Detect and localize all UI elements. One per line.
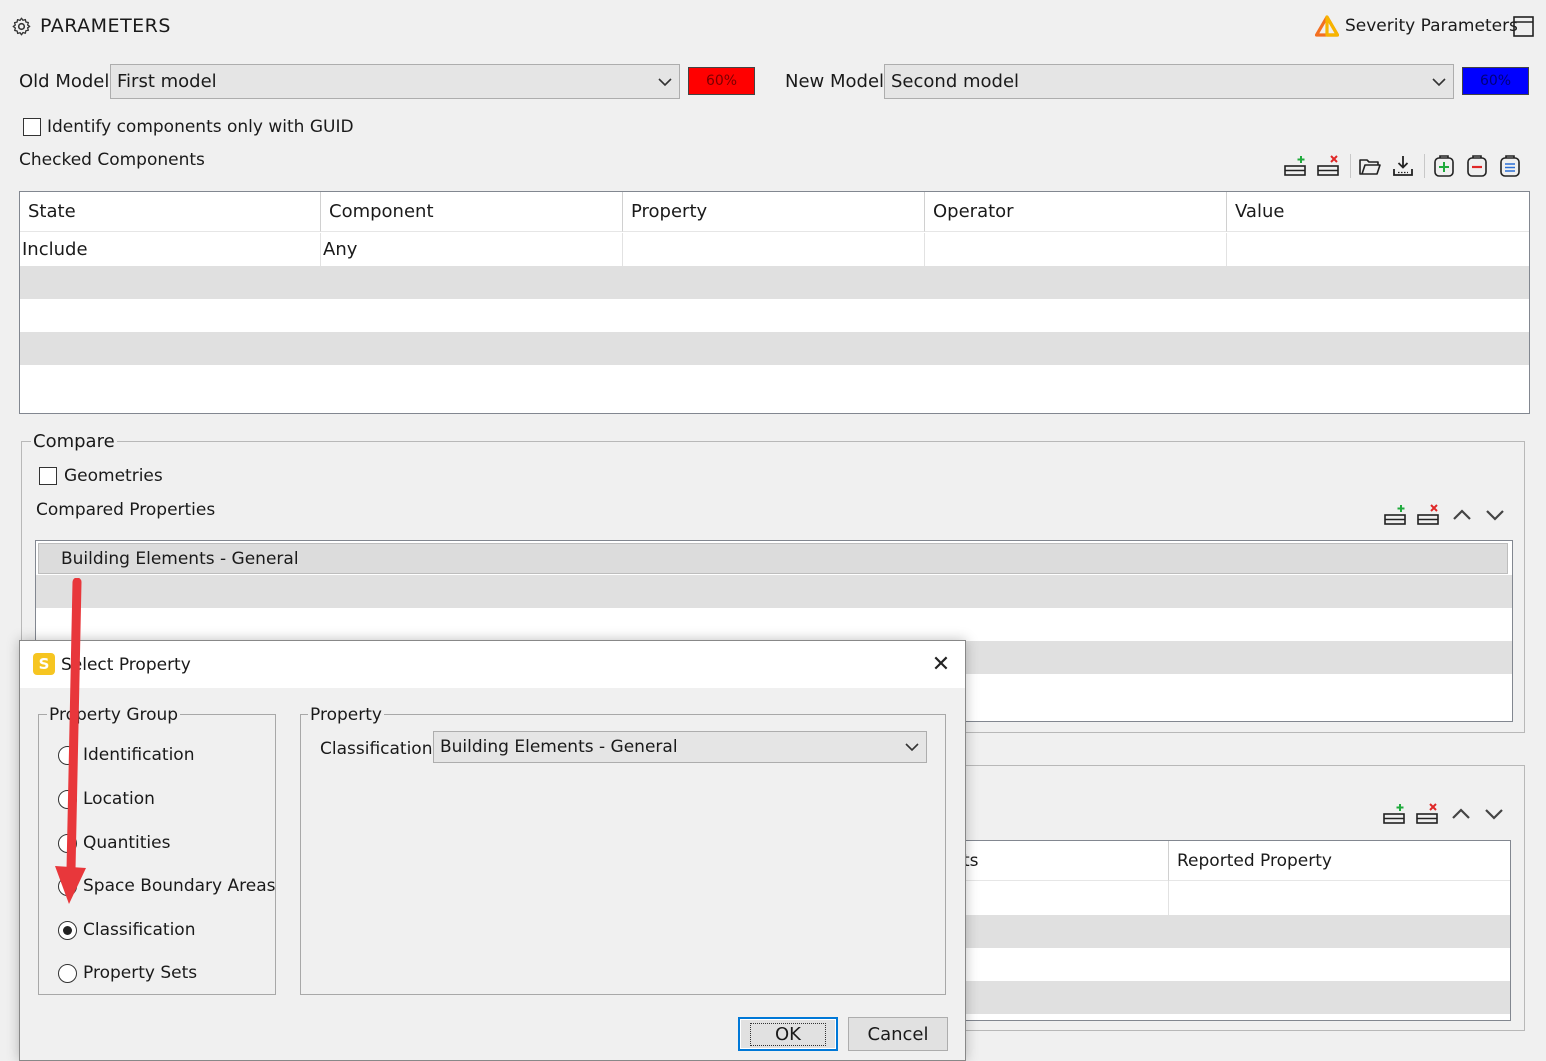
toolbar-separator	[1424, 154, 1425, 178]
compare-legend: Compare	[31, 431, 117, 452]
radio-space-boundary-areas-label[interactable]: Space Boundary Areas	[83, 878, 275, 895]
window-restore-icon[interactable]	[1513, 16, 1534, 37]
download-icon[interactable]	[1391, 154, 1415, 178]
chevron-down-icon	[1432, 77, 1446, 86]
old-model-color-swatch[interactable]: 60%	[688, 67, 755, 95]
add-item-icon[interactable]	[1432, 154, 1456, 178]
radio-location-label[interactable]: Location	[83, 791, 155, 808]
radio-property-sets-label[interactable]: Property Sets	[83, 965, 197, 982]
old-model-percent: 60%	[705, 73, 738, 89]
classification-label: Classification	[320, 739, 433, 759]
toolbar-separator	[1350, 154, 1351, 178]
add-row-icon[interactable]	[1283, 154, 1307, 178]
list-item[interactable]: Building Elements - General	[38, 543, 1508, 574]
geometries-checkbox[interactable]	[39, 467, 57, 485]
radio-classification-label[interactable]: Classification	[83, 922, 195, 939]
dialog-title-bar[interactable]: S Select Property ✕	[20, 641, 965, 688]
old-model-dropdown[interactable]: First model	[110, 64, 680, 99]
close-glyph: ✕	[931, 652, 951, 677]
column-header-state[interactable]: State	[20, 192, 321, 232]
page-title: PARAMETERS	[40, 15, 171, 37]
classification-value: Building Elements - General	[440, 737, 678, 757]
new-model-color-swatch[interactable]: 60%	[1462, 67, 1529, 95]
select-property-dialog: S Select Property ✕ Property Group Ident…	[19, 640, 966, 1061]
delete-row-icon[interactable]	[1416, 503, 1440, 527]
old-model-value: First model	[117, 71, 217, 92]
old-model-label: Old Model	[19, 71, 110, 92]
delete-row-icon[interactable]	[1415, 802, 1439, 826]
cell-component: Any	[321, 233, 623, 266]
add-row-icon[interactable]	[1383, 503, 1407, 527]
table-row[interactable]: Include Any	[20, 233, 1529, 266]
new-model-dropdown[interactable]: Second model	[884, 64, 1454, 99]
radio-classification[interactable]	[58, 921, 77, 940]
cancel-button[interactable]: Cancel	[848, 1017, 948, 1051]
column-header-operator[interactable]: Operator	[925, 192, 1227, 232]
column-header-component[interactable]: Component	[321, 192, 623, 232]
add-row-icon[interactable]	[1382, 802, 1406, 826]
checked-components-table: State Component Property Operator Value …	[19, 191, 1530, 414]
empty-row	[20, 266, 1529, 299]
chevron-down-icon	[658, 77, 672, 86]
cancel-button-label: Cancel	[867, 1023, 929, 1045]
move-up-icon[interactable]	[1449, 802, 1473, 826]
column-header-value[interactable]: Value	[1227, 192, 1529, 232]
column-header-partial[interactable]: ts	[961, 841, 1169, 881]
warning-triangle-icon[interactable]	[1315, 15, 1339, 37]
move-down-icon[interactable]	[1483, 503, 1507, 527]
guid-checkbox[interactable]	[23, 118, 41, 136]
cell-property	[623, 233, 925, 266]
empty-row	[20, 299, 1529, 332]
empty-row	[36, 608, 1512, 641]
ok-button-label: OK	[750, 1022, 826, 1046]
new-model-label: New Model	[785, 71, 885, 92]
new-model-percent: 60%	[1479, 73, 1512, 89]
delete-row-icon[interactable]	[1316, 154, 1340, 178]
move-down-icon[interactable]	[1482, 802, 1506, 826]
empty-row	[20, 332, 1529, 365]
guid-checkbox-label: Identify components only with GUID	[47, 117, 354, 137]
property-legend: Property	[308, 705, 384, 725]
radio-property-sets[interactable]	[58, 964, 77, 983]
cell-empty	[961, 881, 1169, 915]
empty-row	[36, 575, 1512, 608]
checked-components-title: Checked Components	[19, 150, 205, 170]
list-icon[interactable]	[1498, 154, 1522, 178]
annotation-arrow	[55, 578, 86, 904]
geometries-label: Geometries	[64, 466, 163, 486]
close-icon[interactable]: ✕	[925, 651, 957, 679]
app-logo-letter: S	[38, 655, 50, 673]
new-model-value: Second model	[891, 71, 1020, 92]
cell-state: Include	[20, 233, 321, 266]
remove-item-icon[interactable]	[1465, 154, 1489, 178]
severity-parameters-link[interactable]: Severity Parameters	[1345, 18, 1518, 35]
list-item-label: Building Elements - General	[61, 549, 299, 569]
radio-quantities-label[interactable]: Quantities	[83, 835, 170, 852]
column-header-property[interactable]: Property	[623, 192, 925, 232]
radio-identification-label[interactable]: Identification	[83, 747, 194, 764]
settings-icon	[12, 17, 31, 36]
chevron-down-icon	[905, 743, 919, 752]
column-header-reported-property[interactable]: Reported Property	[1169, 841, 1510, 881]
classification-dropdown[interactable]: Building Elements - General	[433, 731, 927, 763]
open-folder-icon[interactable]	[1358, 154, 1382, 178]
move-up-icon[interactable]	[1450, 503, 1474, 527]
cell-operator	[925, 233, 1227, 266]
cell-value	[1227, 233, 1529, 266]
compared-properties-label: Compared Properties	[36, 500, 216, 520]
ok-button[interactable]: OK	[738, 1017, 838, 1051]
